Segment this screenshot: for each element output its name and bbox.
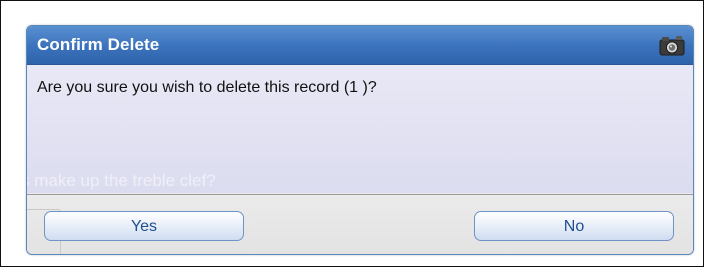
dialog-button-bar: Yes No bbox=[27, 194, 693, 254]
dialog-message-area: Are you sure you wish to delete this rec… bbox=[27, 65, 693, 193]
camera-icon[interactable] bbox=[659, 34, 685, 56]
dialog-titlebar[interactable]: Confirm Delete bbox=[27, 26, 693, 65]
confirm-delete-dialog: Confirm Delete Are you sure you wish to … bbox=[26, 25, 694, 255]
dialog-title: Confirm Delete bbox=[37, 35, 160, 54]
dialog-message: Are you sure you wish to delete this rec… bbox=[37, 79, 377, 96]
screenshot-frame: Confirm Delete Are you sure you wish to … bbox=[0, 0, 704, 267]
yes-button[interactable]: Yes bbox=[44, 211, 244, 241]
background-question-text: s make up the treble clef? bbox=[26, 171, 216, 190]
no-button[interactable]: No bbox=[474, 211, 674, 241]
